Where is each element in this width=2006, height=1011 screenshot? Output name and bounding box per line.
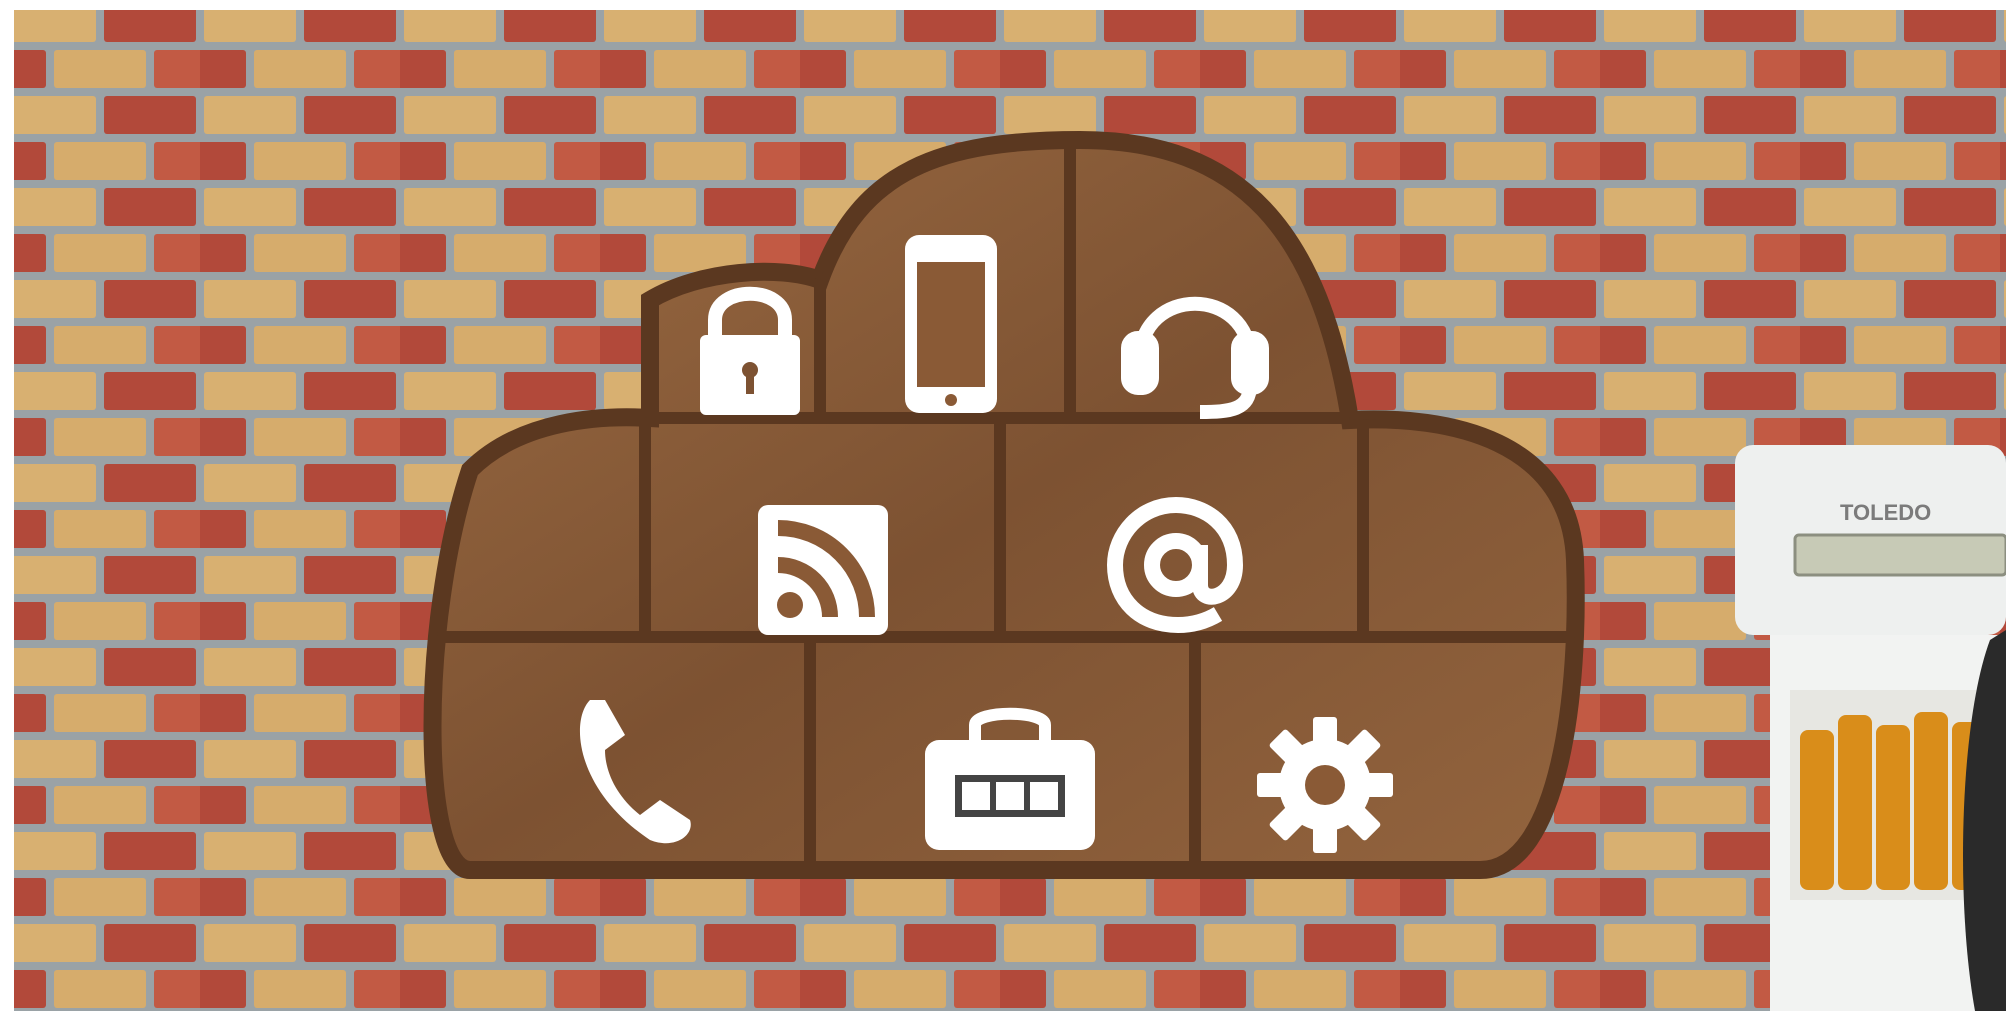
coffee-machine: TOLEDO: [1735, 445, 2006, 1011]
page-margin: [0, 0, 14, 1011]
photo-scene: TOLEDO: [0, 0, 2006, 1011]
smartphone-icon: [905, 235, 997, 413]
bottles: [1800, 712, 1982, 890]
rss-icon: [758, 505, 888, 635]
gear-icon: [1257, 717, 1393, 853]
machine-brand-label: TOLEDO: [1840, 500, 1931, 525]
